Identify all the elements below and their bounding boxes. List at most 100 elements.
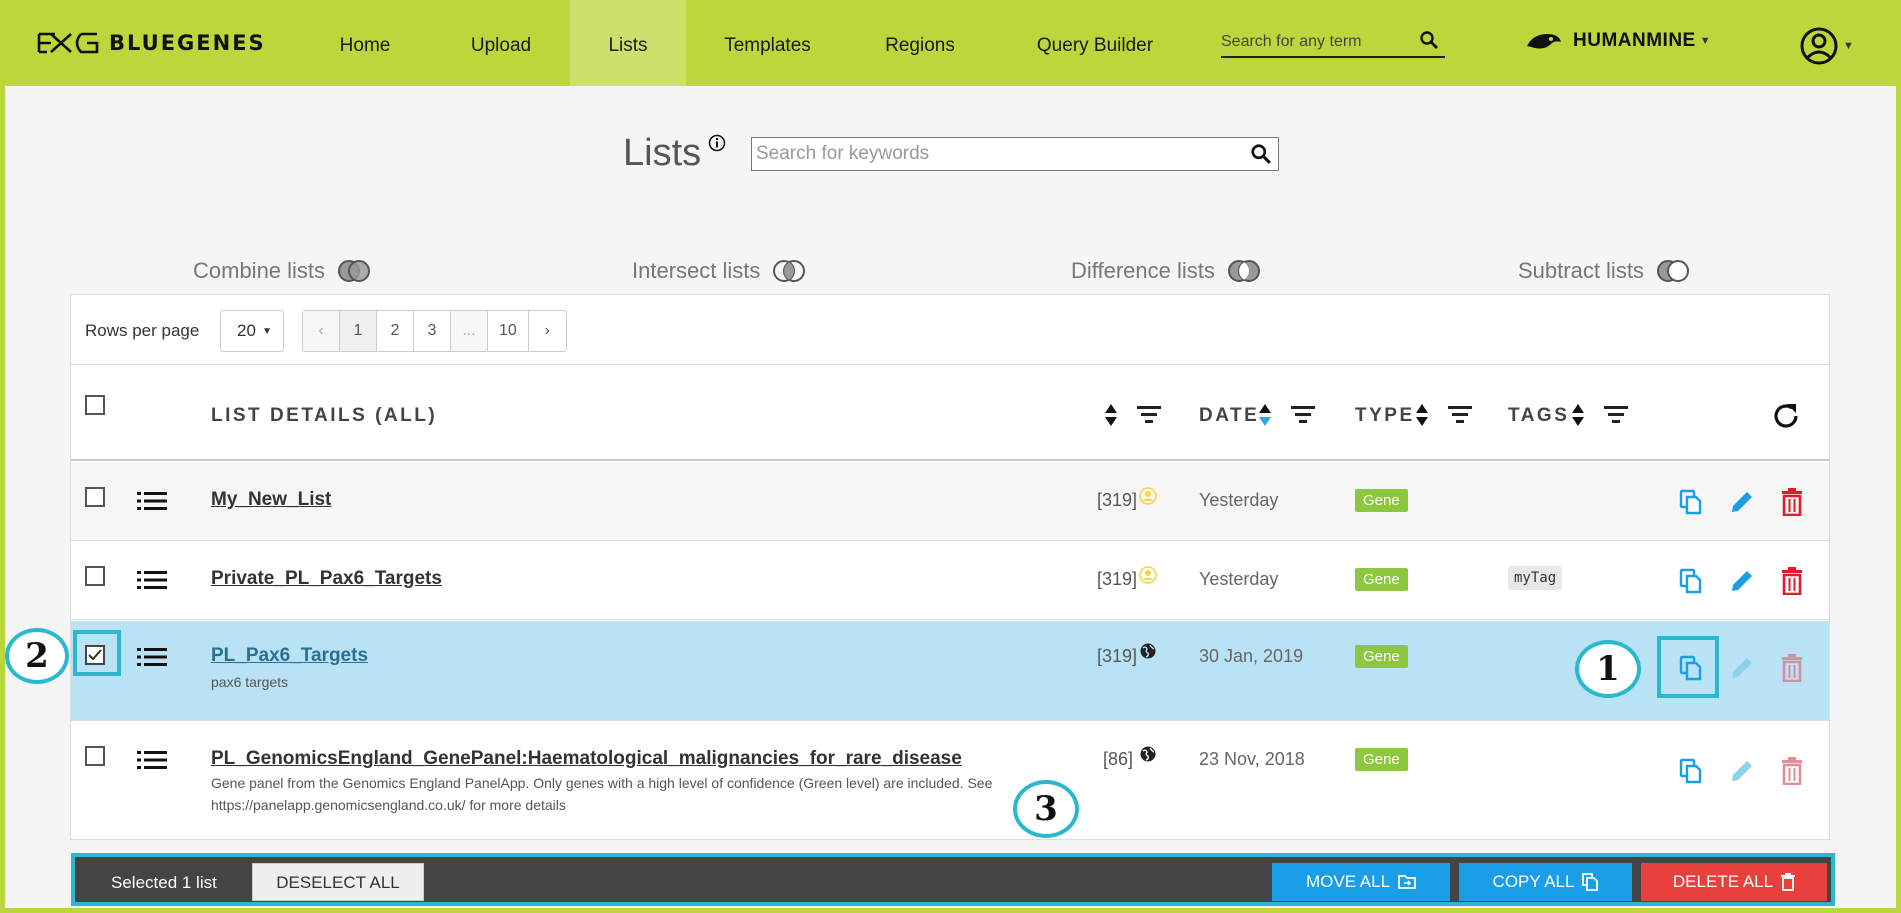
nav-upload[interactable]: Upload [445,0,557,86]
user-avatar-icon [1800,27,1838,65]
sort-icon[interactable] [1415,403,1429,427]
list-icon[interactable] [137,647,167,667]
chevron-down-icon: ▼ [1843,40,1854,52]
nav-query-builder[interactable]: Query Builder [1020,0,1170,86]
list-date: Yesterday [1199,569,1279,589]
table-row: PL_GenomicsEngland_GenePanel:Haematologi… [71,722,1829,841]
copy-icon[interactable] [1679,568,1703,594]
op-label: Subtract lists [1518,258,1644,283]
op-label: Combine lists [193,258,326,283]
copy-icon[interactable] [1679,489,1703,515]
rows-per-page-select[interactable]: 20 ▼ [220,310,284,352]
list-title-link[interactable]: My_New_List [211,489,331,511]
copy-all-button[interactable]: COPY ALL [1459,863,1632,901]
row-checkbox[interactable] [85,487,105,507]
refresh-icon[interactable] [1771,401,1801,431]
col-type-header: TYPE [1355,405,1415,426]
selection-action-bar: Selected 1 list DESELECT ALL MOVE ALL CO… [71,853,1835,906]
list-count: [86] [1103,749,1134,769]
list-search [751,137,1279,171]
highlight-row-checkbox [73,630,121,676]
trash-icon[interactable] [1781,567,1803,595]
tag-chip[interactable]: myTag [1508,566,1563,590]
trash-icon [1782,654,1802,682]
edit-icon[interactable] [1729,568,1755,594]
list-icon[interactable] [137,570,167,590]
rows-per-page-label: Rows per page [85,321,200,340]
nav-home[interactable]: Home [305,0,425,86]
mine-name: HUMANMINE [1573,30,1696,51]
type-badge: Gene [1355,748,1408,771]
page-button-10[interactable]: 10 [488,311,529,351]
row-checkbox[interactable] [85,746,105,766]
copy-icon[interactable] [1679,758,1703,784]
sort-icon[interactable] [1104,403,1118,427]
brand[interactable]: BLUEGENES [37,30,266,56]
list-count: [319] [1097,646,1138,666]
nav-search [1221,28,1445,58]
op-label: Difference lists [1071,258,1215,283]
row-checkbox[interactable] [85,566,105,586]
list-title-link[interactable]: PL_GenomicsEngland_GenePanel:Haematologi… [211,748,962,770]
filter-icon[interactable] [1137,405,1161,423]
chevron-down-icon: ▼ [262,326,272,337]
folder-move-icon [1398,875,1416,889]
search-icon[interactable] [1250,143,1272,165]
user-menu[interactable]: ▼ [1799,26,1854,66]
difference-lists-button[interactable]: Difference lists [1071,258,1261,284]
venn-icon [773,260,806,282]
nav-search-input[interactable] [1221,28,1411,56]
list-icon[interactable] [137,491,167,511]
move-all-button[interactable]: MOVE ALL [1272,863,1450,901]
trash-icon[interactable] [1781,488,1803,516]
nav-templates[interactable]: Templates [705,0,830,86]
sort-icon[interactable] [1571,403,1585,427]
delete-all-button[interactable]: DELETE ALL [1641,863,1827,901]
table-header: LIST DETAILS (ALL) DATE TYPE TAGS [71,365,1829,461]
rows-per-page-value: 20 [237,321,256,340]
navbar: BLUEGENES Home Upload Lists Templates Re… [5,0,1896,86]
nav-lists[interactable]: Lists [570,0,686,86]
page-button-2[interactable]: 2 [377,311,414,351]
table-row: Private_PL_Pax6_Targets [319] Yesterday … [71,542,1829,620]
move-all-label: MOVE ALL [1305,872,1391,891]
page-button-3[interactable]: 3 [414,311,451,351]
page-button-1[interactable]: 1 [340,311,377,351]
sort-icon[interactable] [1258,403,1272,427]
filter-icon[interactable] [1291,405,1315,423]
filter-icon[interactable] [1448,405,1472,423]
venn-icon [338,260,371,282]
type-badge: Gene [1355,489,1408,512]
table-row-selected: PL_Pax6_Targets pax6 targets [319] 30 Ja… [71,621,1829,721]
select-all-checkbox[interactable] [85,395,105,415]
mine-selector[interactable]: HUMANMINE ▼ [1525,30,1711,52]
list-title-link[interactable]: PL_Pax6_Targets [211,645,368,667]
globe-icon [1140,746,1156,762]
edit-icon [1732,761,1752,781]
subtract-lists-button[interactable]: Subtract lists [1518,258,1690,284]
edit-icon [1732,658,1752,678]
deselect-all-button[interactable]: DESELECT ALL [252,863,424,901]
prev-page-button[interactable]: ‹ [303,311,340,351]
list-search-input[interactable] [752,138,1232,170]
search-icon[interactable] [1419,30,1439,50]
lists-table: Rows per page 20 ▼ ‹ 1 2 3 ... 10 › LIST… [70,294,1830,840]
list-date: 30 Jan, 2019 [1199,646,1304,666]
private-user-icon [1139,487,1157,505]
intersect-lists-button[interactable]: Intersect lists [632,258,806,284]
next-page-button[interactable]: › [529,311,566,351]
list-title-link[interactable]: Private_PL_Pax6_Targets [211,568,442,590]
annotation-callout-1: 1 [1575,640,1641,698]
edit-icon[interactable] [1729,489,1755,515]
trash-icon [1782,757,1802,785]
info-icon[interactable] [708,134,726,152]
combine-lists-button[interactable]: Combine lists [193,258,371,284]
filter-icon[interactable] [1604,405,1628,423]
op-label: Intersect lists [632,258,761,283]
nav-regions[interactable]: Regions [865,0,975,86]
copy-icon [1582,873,1599,891]
list-icon[interactable] [137,750,167,770]
app-frame: BLUEGENES Home Upload Lists Templates Re… [5,0,1896,908]
col-tags-header: TAGS [1508,405,1570,426]
globe-icon [1140,643,1156,659]
